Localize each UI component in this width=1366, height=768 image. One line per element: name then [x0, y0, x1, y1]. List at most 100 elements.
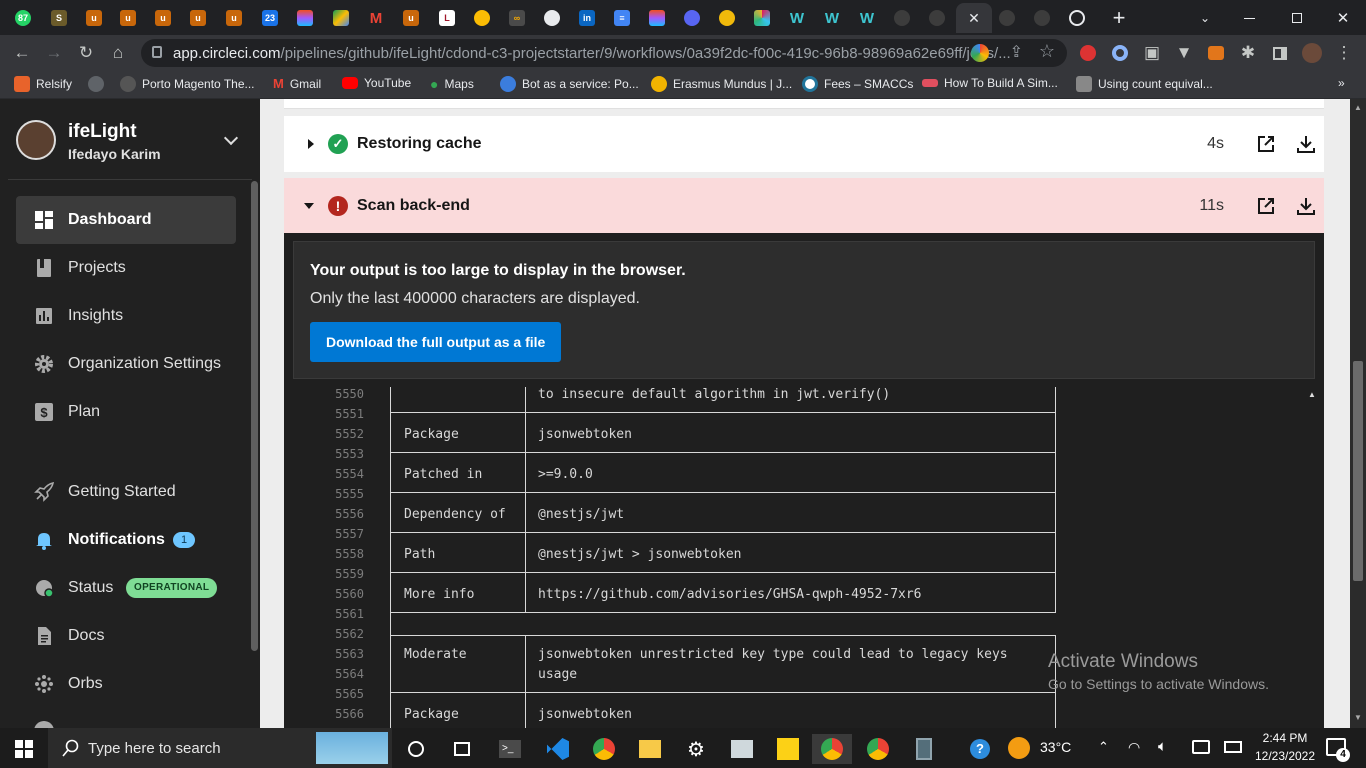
scroll-down-icon[interactable]: ▼	[1354, 713, 1362, 722]
new-tab-button[interactable]: +	[1102, 3, 1136, 33]
taskbar-settings[interactable]: ⚙	[676, 734, 716, 764]
tab-circleci[interactable]	[1060, 3, 1094, 33]
bookmark-item[interactable]	[88, 76, 104, 92]
taskbar-file-explorer[interactable]	[630, 734, 670, 764]
caret-right-icon[interactable]	[308, 139, 314, 149]
tab-slack[interactable]	[745, 3, 779, 33]
tab-keep[interactable]	[465, 3, 499, 33]
bookmark-item[interactable]: Fees – SMACCs	[802, 76, 913, 92]
taskbar-search-box[interactable]: Type here to search	[48, 728, 392, 768]
wifi-icon[interactable]: ◠	[1128, 739, 1140, 756]
side-panel-button[interactable]	[1270, 43, 1290, 63]
bookmark-item[interactable]: Relsify	[14, 76, 72, 92]
sidebar-item-insights[interactable]: Insights	[16, 292, 236, 340]
extension-record[interactable]	[1110, 43, 1130, 63]
taskbar-calculator[interactable]	[904, 734, 944, 764]
taskbar-terminal[interactable]: >_	[490, 734, 530, 764]
extension-clipboard[interactable]: ▣	[1142, 43, 1162, 63]
minimize-button[interactable]	[1232, 3, 1266, 33]
bookmark-item[interactable]: Porto Magento The...	[120, 76, 255, 92]
tab-ucl-6[interactable]: u	[394, 3, 428, 33]
bookmark-item[interactable]: Using count equival...	[1076, 76, 1213, 92]
keyboard-icon[interactable]	[1224, 741, 1242, 753]
download-icon[interactable]	[1296, 196, 1316, 216]
tab-calendar[interactable]: 23	[253, 3, 287, 33]
task-view-button[interactable]	[442, 734, 482, 764]
tab-sx[interactable]: S	[42, 3, 76, 33]
tab-web[interactable]	[535, 3, 569, 33]
tab-ucl-3[interactable]: u	[146, 3, 180, 33]
share-icon[interactable]: ⇪	[1010, 42, 1023, 62]
start-button[interactable]	[4, 734, 44, 764]
address-bar[interactable]: app.circleci.com/pipelines/github/ifeLig…	[141, 39, 1067, 67]
back-button[interactable]: ←	[12, 43, 32, 63]
taskbar-chrome[interactable]	[584, 734, 624, 764]
tab-docs[interactable]: ≡	[605, 3, 639, 33]
extension-santa[interactable]	[1078, 43, 1098, 63]
restore-button[interactable]	[1280, 3, 1314, 33]
tab-github-3[interactable]	[990, 3, 1024, 33]
sidebar-item-plan[interactable]: $ Plan	[16, 388, 236, 436]
open-external-icon[interactable]	[1256, 196, 1276, 216]
step-restoring-cache[interactable]: ✓ Restoring cache 4s	[284, 116, 1324, 172]
close-icon[interactable]: ✕	[968, 10, 980, 27]
tab-github-4[interactable]	[1025, 3, 1059, 33]
tab-linkedin[interactable]: in	[570, 3, 604, 33]
volume-icon[interactable]: 🔈︎	[1158, 738, 1167, 755]
extensions-button[interactable]: ✱	[1238, 43, 1258, 63]
caret-down-icon[interactable]	[304, 203, 314, 209]
tab-colab[interactable]: ∞	[500, 3, 534, 33]
bookmark-item[interactable]: How To Build A Sim...	[922, 76, 1058, 90]
tab-w-2[interactable]: W	[815, 3, 849, 33]
tab-whatsapp[interactable]: 87	[6, 3, 40, 33]
home-button[interactable]: ⌂	[108, 43, 128, 63]
taskbar-chrome-active[interactable]	[812, 734, 852, 764]
open-external-icon[interactable]	[1256, 134, 1276, 154]
display-icon[interactable]	[1192, 740, 1210, 754]
extension-metamask[interactable]	[1206, 43, 1226, 63]
scrollbar-thumb[interactable]	[1353, 361, 1363, 581]
sidebar-scrollbar[interactable]	[251, 181, 258, 651]
profile-button[interactable]	[1302, 43, 1322, 63]
tab-ucl-2[interactable]: u	[111, 3, 145, 33]
tray-chevron-up-icon[interactable]: ⌃	[1098, 739, 1109, 755]
cortana-button[interactable]	[396, 734, 436, 764]
org-switcher-chevron-icon[interactable]	[223, 130, 239, 146]
clock-time[interactable]: 2:44 PM	[1250, 731, 1320, 745]
star-icon[interactable]: ☆	[1039, 41, 1055, 62]
sidebar-item-organization-settings[interactable]: Organization Settings	[16, 340, 236, 388]
tab-figma-2[interactable]	[640, 3, 674, 33]
sidebar-item-docs[interactable]: Docs	[16, 612, 236, 660]
sidebar-item-notifications[interactable]: Notifications 1	[16, 516, 236, 564]
tab-gmail[interactable]: M	[359, 3, 393, 33]
weather-sun-icon[interactable]	[1008, 737, 1030, 759]
tab-ucl-1[interactable]: u	[77, 3, 111, 33]
tab-search-button[interactable]: ⌄	[1188, 3, 1222, 33]
tab-github-1[interactable]	[885, 3, 919, 33]
tab-drive[interactable]	[324, 3, 358, 33]
tab-figma[interactable]	[288, 3, 322, 33]
tab-github-2[interactable]	[920, 3, 954, 33]
weather-temperature[interactable]: 33°C	[1040, 739, 1071, 755]
close-window-button[interactable]: ✕	[1326, 3, 1360, 33]
taskbar-vscode[interactable]	[538, 734, 578, 764]
taskbar-chrome-profile[interactable]	[858, 734, 898, 764]
tab-discord[interactable]	[675, 3, 709, 33]
tab-coin[interactable]	[710, 3, 744, 33]
taskbar-sticky-notes[interactable]	[768, 734, 808, 764]
download-full-output-button[interactable]: Download the full output as a file	[310, 322, 562, 362]
bookmark-item[interactable]: Erasmus Mundus | J...	[651, 76, 792, 92]
tab-circleci-active[interactable]: ✕	[956, 3, 992, 33]
bookmark-item[interactable]: Bot as a service: Po...	[500, 76, 639, 92]
sidebar-item-getting-started[interactable]: Getting Started	[16, 468, 236, 516]
sidebar-item-status[interactable]: Status OPERATIONAL	[16, 564, 236, 612]
menu-button[interactable]: ⋮	[1334, 43, 1354, 63]
scroll-up-icon[interactable]: ▲	[1354, 103, 1362, 112]
tab-w-1[interactable]: W	[780, 3, 814, 33]
tab-laravel[interactable]: L	[430, 3, 464, 33]
extension-vuetools[interactable]: ▼	[1174, 43, 1194, 63]
reload-button[interactable]: ↻	[76, 43, 96, 63]
sidebar-item-orbs[interactable]: Orbs	[16, 660, 236, 708]
forward-button[interactable]: →	[44, 43, 64, 63]
bookmark-item[interactable]: YouTube	[342, 76, 411, 90]
